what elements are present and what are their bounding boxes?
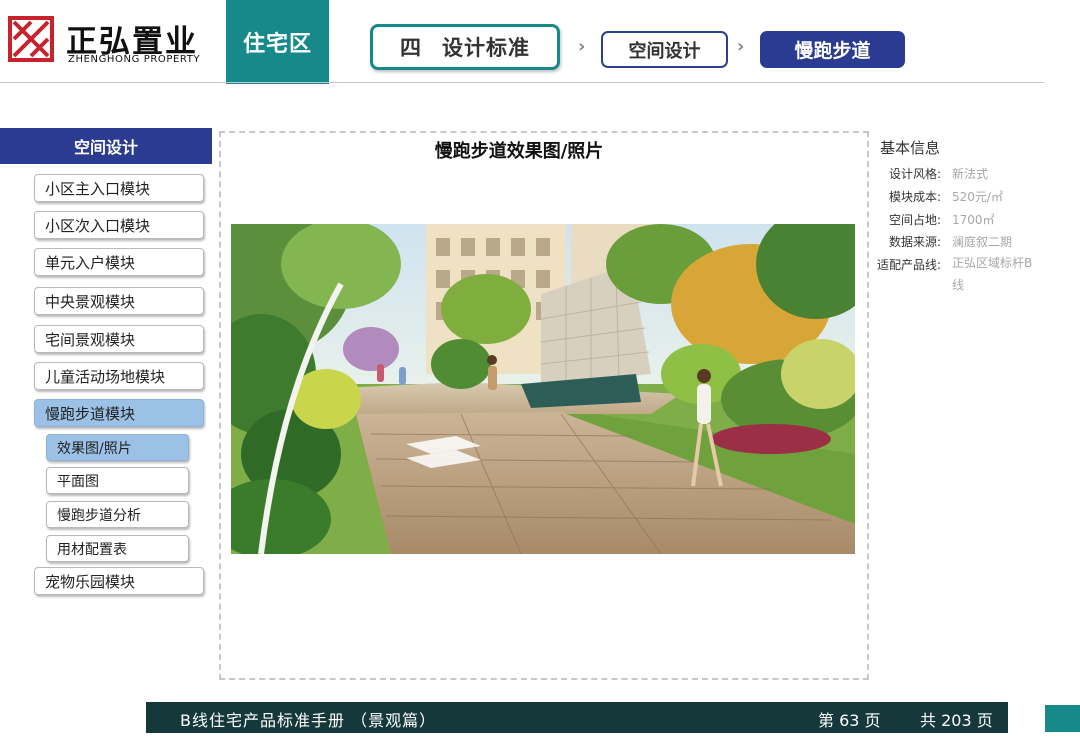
sidebar-item-main-entrance[interactable]: 小区主入口模块 [34,174,204,202]
sidebar-item-pet-park[interactable]: 宠物乐园模块 [34,567,204,595]
info-row-source: 数据来源: 澜庭叙二期 [870,233,1012,250]
sidebar-subitem-materials[interactable]: 用材配置表 [46,535,189,562]
sidebar-item-jogging-trail[interactable]: 慢跑步道模块 [34,399,204,427]
rendering-illustration [231,224,855,554]
info-key: 模块成本: [888,190,941,204]
info-title: 基本信息 [880,139,941,157]
sidebar-subitem-plan[interactable]: 平面图 [46,467,189,494]
chevron-right-icon: › [578,36,586,57]
chapter-number: 四 [400,36,422,60]
info-key: 数据来源: [888,235,941,249]
footer-page-number: 第 63 页 [818,711,881,730]
info-value: 正弘区域标杆B线 [952,256,1033,292]
info-row-area: 空间占地: 1700㎡ [870,211,995,228]
info-value: 新法式 [952,167,989,181]
info-value: 520元/㎡ [952,190,1003,204]
breadcrumb-jogging-trail[interactable]: 慢跑步道 [760,31,905,68]
content-title: 慢跑步道效果图/照片 [434,141,604,162]
jogging-trail-rendering [231,224,855,554]
sidebar-header: 空间设计 [0,128,212,164]
breadcrumb-chapter[interactable]: 四 设计标准 [370,24,560,70]
section-tab-residential[interactable]: 住宅区 [226,0,329,84]
info-key: 设计风格: [888,167,941,181]
sidebar-item-secondary-entrance[interactable]: 小区次入口模块 [34,211,204,239]
footer-bar: B线住宅产品标准手册 （景观篇） 第 63 页 共 203 页 [146,702,1008,733]
info-key: 空间占地: [888,213,941,227]
sidebar-item-central-landscape[interactable]: 中央景观模块 [34,287,204,315]
footer-manual-title: B线住宅产品标准手册 （景观篇） [180,711,437,730]
info-row-cost: 模块成本: 520元/㎡ [870,188,1003,205]
company-logo: 正弘置业 ZHENGHONG PROPERTY [8,14,223,68]
sidebar-item-children-play[interactable]: 儿童活动场地模块 [34,362,204,390]
footer-total-pages: 共 203 页 [920,711,993,730]
info-row-product-line: 适配产品线: 正弘区域标杆B线 [870,256,1042,296]
chevron-right-icon: › [737,36,745,57]
footer-accent-block [1045,705,1080,732]
info-value: 澜庭叙二期 [952,235,1013,249]
zhenghong-logo-mark-icon [8,16,54,62]
header-divider [0,82,1044,83]
info-row-style: 设计风格: 新法式 [870,165,988,182]
sidebar-item-unit-entry[interactable]: 单元入户模块 [34,248,204,276]
sidebar-item-between-buildings[interactable]: 宅间景观模块 [34,325,204,353]
sidebar-subitem-renderings[interactable]: 效果图/照片 [46,434,189,461]
info-value: 1700㎡ [952,213,995,227]
info-key: 适配产品线: [876,258,941,272]
chapter-label: 设计标准 [442,36,530,60]
sidebar-subitem-trail-analysis[interactable]: 慢跑步道分析 [46,501,189,528]
breadcrumb-space-design[interactable]: 空间设计 [601,31,728,68]
logo-english-name: ZHENGHONG PROPERTY [68,54,201,65]
